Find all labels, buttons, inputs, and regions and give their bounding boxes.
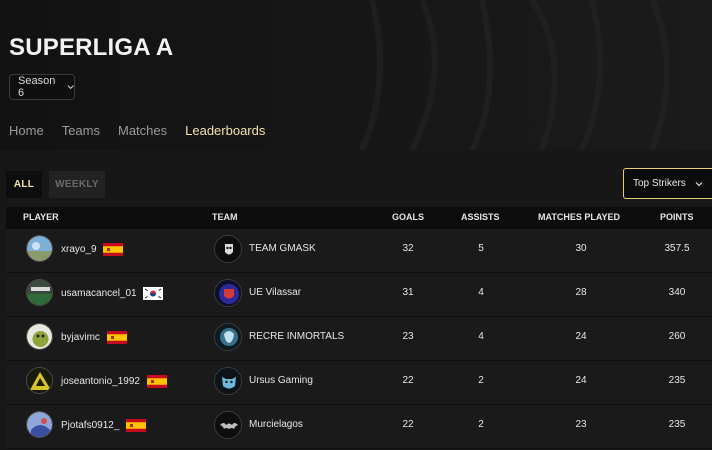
season-select[interactable]: Season 6: [9, 74, 75, 100]
table-row[interactable]: usamacancel_01 UE Vilassar 31 4 28 340: [6, 273, 712, 317]
leaderboard-section: ALL WEEKLY Top Strikers PLAYER TEAM GOAL…: [0, 150, 712, 450]
page-title: SUPERLIGA A: [9, 34, 174, 61]
nav-home[interactable]: Home: [9, 123, 44, 138]
spain-flag-icon: [106, 331, 127, 344]
avatar[interactable]: [26, 411, 53, 438]
player-name[interactable]: usamacancel_01: [61, 288, 137, 299]
assists-value: 4: [478, 331, 484, 342]
avatar[interactable]: [26, 323, 53, 350]
avatar[interactable]: [26, 279, 53, 306]
avatar[interactable]: [26, 235, 53, 262]
header-decoration: [359, 0, 670, 150]
leaderboard-table: PLAYER TEAM GOALS ASSISTS MATCHES PLAYED…: [6, 207, 712, 449]
column-team: TEAM: [212, 212, 238, 222]
team-logo: [214, 279, 242, 307]
goals-value: 22: [402, 375, 414, 386]
column-player: PLAYER: [23, 212, 59, 222]
column-points: POINTS: [660, 212, 694, 222]
assists-value: 4: [478, 287, 484, 298]
goals-value: 23: [402, 331, 414, 342]
sort-select[interactable]: Top Strikers: [623, 168, 712, 199]
nav-matches[interactable]: Matches: [118, 123, 167, 138]
assists-value: 2: [478, 375, 484, 386]
player-name[interactable]: byjavimc: [61, 332, 100, 343]
goals-value: 22: [402, 419, 414, 430]
column-assists: ASSISTS: [461, 212, 500, 222]
south-korea-flag-icon: [143, 287, 164, 300]
spain-flag-icon: [126, 419, 147, 432]
team-logo: [214, 367, 242, 395]
avatar[interactable]: [26, 367, 53, 394]
spain-flag-icon: [103, 243, 124, 256]
column-goals: GOALS: [392, 212, 425, 222]
team-logo: [214, 323, 242, 351]
sort-select-value: Top Strikers: [633, 178, 686, 189]
goals-value: 32: [402, 243, 414, 254]
goals-value: 31: [402, 287, 414, 298]
team-logo: [214, 411, 242, 439]
filter-all-button[interactable]: ALL: [6, 171, 42, 198]
spain-flag-icon: [146, 375, 167, 388]
table-header: PLAYER TEAM GOALS ASSISTS MATCHES PLAYED…: [6, 207, 712, 229]
player-name[interactable]: Pjotafs0912_: [61, 420, 119, 431]
league-nav: Home Teams Matches Leaderboards: [9, 123, 265, 138]
team-name[interactable]: Murcielagos: [249, 419, 303, 430]
matches-value: 28: [575, 287, 587, 298]
team-name[interactable]: UE Vilassar: [249, 287, 301, 298]
assists-value: 5: [478, 243, 484, 254]
column-matches-played: MATCHES PLAYED: [538, 212, 621, 222]
chevron-down-icon: [67, 85, 74, 90]
nav-leaderboards[interactable]: Leaderboards: [185, 123, 265, 138]
table-row[interactable]: joseantonio_1992 Ursus Gaming 22 2 24 23…: [6, 361, 712, 405]
matches-value: 23: [575, 419, 587, 430]
assists-value: 2: [478, 419, 484, 430]
season-select-value: Season 6: [18, 75, 56, 99]
points-value: 357.5: [664, 243, 690, 254]
team-name[interactable]: RECRE INMORTALS: [249, 331, 344, 342]
table-row[interactable]: Pjotafs0912_ Murcielagos 22 2 23 235: [6, 405, 712, 449]
filter-weekly-button[interactable]: WEEKLY: [49, 171, 105, 198]
matches-value: 24: [575, 331, 587, 342]
player-name[interactable]: xrayo_9: [61, 244, 97, 255]
points-value: 235: [668, 419, 686, 430]
points-value: 340: [668, 287, 686, 298]
player-name[interactable]: joseantonio_1992: [61, 376, 140, 387]
nav-teams[interactable]: Teams: [62, 123, 100, 138]
league-header: SUPERLIGA A Season 6 Home Teams Matches …: [0, 0, 712, 150]
team-name[interactable]: Ursus Gaming: [249, 375, 313, 386]
points-value: 235: [668, 375, 686, 386]
table-row[interactable]: xrayo_9 TEAM GMASK 32 5 30 357.5: [6, 229, 712, 273]
matches-value: 24: [575, 375, 587, 386]
team-name[interactable]: TEAM GMASK: [249, 243, 316, 254]
table-row[interactable]: byjavimc RECRE INMORTALS 23 4 24 260: [6, 317, 712, 361]
chevron-down-icon: [695, 181, 703, 186]
team-logo: [214, 235, 242, 263]
points-value: 260: [668, 331, 686, 342]
matches-value: 30: [575, 243, 587, 254]
